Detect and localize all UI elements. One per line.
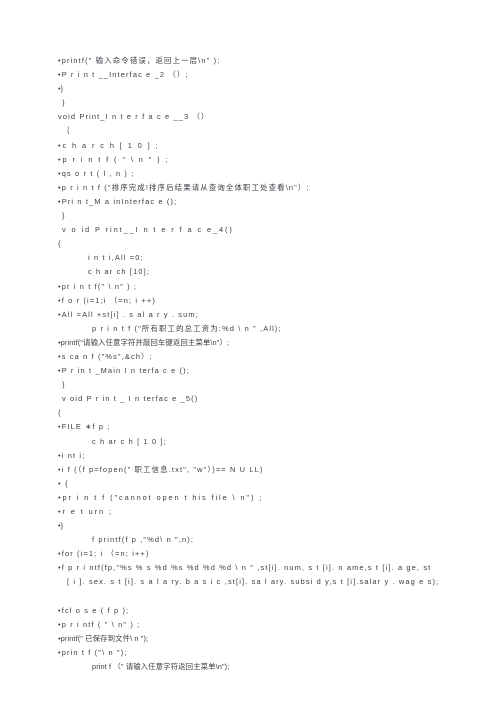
code-line: f printf(f p ,"%d\ n ",n);: [92, 535, 195, 545]
code-line: • {: [58, 478, 69, 488]
code-line: •All =All +st[i] . s al a r y . sum;: [58, 309, 199, 319]
code-line: •s ca n f ("%s",&ch）;: [58, 351, 153, 361]
code-line: •pr i n t f ("cannot open t his file \ n…: [58, 492, 264, 502]
code-line: •qs o r t ( l , n ) ;: [58, 168, 135, 178]
code-line: •printf(" 输入命令错误，返回上一层\n" );: [58, 56, 221, 65]
code-line: print f （" 请输入任意字符返回主菜单\n");: [92, 662, 230, 672]
code-line: •}: [58, 521, 64, 531]
code-line: •P r i n t __Interfac e _2 （）;: [58, 70, 189, 80]
code-line: [ i ]. sex. s t [i]. s a l a ry. b a s i…: [67, 577, 440, 587]
code-line: p r i n t f ("所有职工的总工资为:%d \ n " ,All);: [92, 323, 282, 333]
code-line: •i nt i;: [58, 450, 86, 460]
code-line: }: [62, 380, 65, 390]
code-line: •P r in t _Main I n terfa c e ();: [58, 366, 190, 376]
code-line: {: [58, 239, 61, 249]
code-line: •}: [58, 84, 64, 94]
code-line: •p r i ntf ( " \ n" ) ;: [58, 619, 141, 629]
code-line: }: [62, 98, 65, 108]
code-line: •for (i=1; i （=n; i++): [58, 549, 150, 559]
code-line: }: [62, 211, 65, 221]
code-line: •prin t f ("\ n ");: [58, 647, 128, 657]
code-line: •f o r (i=1;i （=n; i ++): [58, 295, 156, 305]
code-listing: •printf(" 输入命令错误，返回上一层\n" ); •P r i n t _…: [58, 54, 490, 674]
document-page: •printf(" 输入命令错误，返回上一层\n" ); •P r i n t _…: [0, 0, 500, 707]
code-line: void Print_I n t e r f a c e __3 （）: [58, 112, 210, 122]
code-line: v o id P rint__I n t e r f a c e_4(): [62, 225, 234, 235]
code-line: •r e t urn ;: [58, 507, 113, 516]
code-line: •i f (（f p=fopen(" 职工信息.txt", "w"）)== N …: [58, 464, 264, 474]
code-line: •FILE ∗f p ;: [58, 422, 111, 432]
code-line: •p r i n t f ( " \ n " ) ;: [58, 154, 170, 164]
code-line: •Pri n t_M a inInterfac e ();: [58, 196, 178, 206]
code-line: •printf(" 已保存到文件\ n ");: [58, 633, 149, 643]
code-line: c h ar ch [10];: [88, 267, 151, 277]
code-line: •p r i n t f ("排序完成!排序后结果请从查询全体职工处查看\n"）…: [58, 182, 310, 192]
code-line: v oid P r in t _ I n terfac e _5(): [62, 394, 199, 404]
code-line: {: [58, 408, 61, 418]
code-line: •fcl o s e ( f p );: [58, 605, 130, 615]
code-line: •printf("请输入任意字符并敲回车键返回主菜单\n"）;: [58, 337, 230, 347]
code-line: •pr i n t f(" \ n" ) ;: [58, 281, 138, 291]
code-line: •f p r i ntf(fp,"%s % s %d %s %d %d %d \…: [58, 563, 432, 573]
code-line: •c h a r c h [ 1 0 ] ;: [58, 140, 160, 150]
code-line: c h ar c h [ 1 0 ];: [92, 436, 167, 446]
code-line: ｛: [62, 126, 70, 136]
code-line: i n t i,All =0;: [88, 253, 144, 263]
